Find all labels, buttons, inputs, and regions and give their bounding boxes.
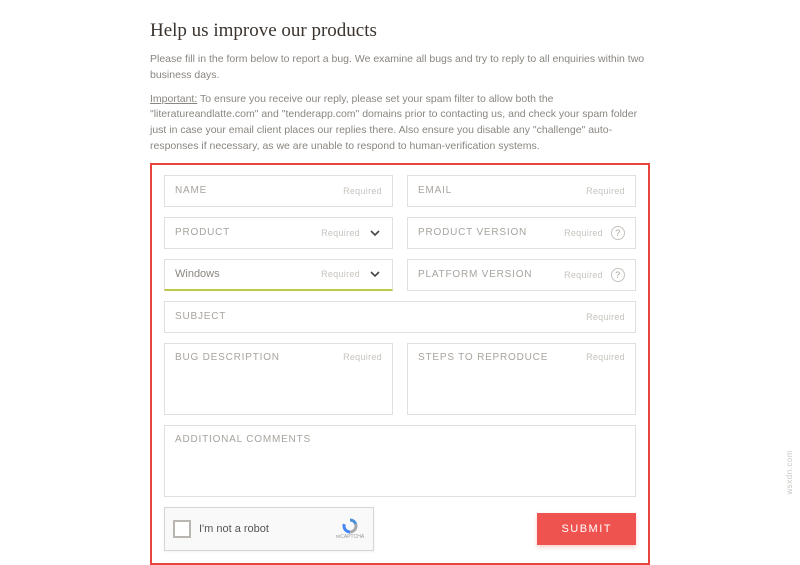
- required-badge: Required: [564, 270, 603, 280]
- subject-field[interactable]: SUBJECT Required: [164, 301, 636, 333]
- page-title: Help us improve our products: [150, 20, 650, 42]
- required-badge: Required: [343, 186, 382, 196]
- subject-label: SUBJECT: [175, 311, 580, 322]
- product-label: PRODUCT: [175, 227, 315, 238]
- watermark: wsxdn.com: [785, 450, 794, 495]
- email-label: EMAIL: [418, 185, 580, 196]
- product-version-label: PRODUCT VERSION: [418, 227, 558, 238]
- help-icon[interactable]: ?: [611, 226, 625, 240]
- chevron-down-icon: [368, 226, 382, 240]
- required-badge: Required: [586, 352, 625, 362]
- required-badge: Required: [586, 186, 625, 196]
- required-badge: Required: [343, 352, 382, 362]
- help-icon[interactable]: ?: [611, 268, 625, 282]
- important-body: To ensure you receive our reply, please …: [150, 93, 637, 152]
- product-version-field[interactable]: PRODUCT VERSION Required ?: [407, 217, 636, 249]
- product-select[interactable]: PRODUCT Required: [164, 217, 393, 249]
- chevron-down-icon: [368, 267, 382, 281]
- platform-version-label: PLATFORM VERSION: [418, 269, 558, 280]
- name-label: NAME: [175, 185, 337, 196]
- important-label: Important:: [150, 93, 197, 105]
- additional-comments-field[interactable]: ADDITIONAL COMMENTS: [164, 425, 636, 497]
- platform-value: Windows: [175, 268, 315, 280]
- required-badge: Required: [564, 228, 603, 238]
- required-badge: Required: [321, 228, 360, 238]
- recaptcha-checkbox[interactable]: [173, 520, 191, 538]
- recaptcha-logo: reCAPTCHA: [335, 517, 365, 541]
- name-field[interactable]: NAME Required: [164, 175, 393, 207]
- bug-report-form: NAME Required EMAIL Required PRODUCT Req…: [150, 163, 650, 565]
- required-badge: Required: [586, 312, 625, 322]
- additional-label: ADDITIONAL COMMENTS: [175, 434, 625, 445]
- bug-description-label: BUG DESCRIPTION: [175, 352, 337, 363]
- important-text: Important: To ensure you receive our rep…: [150, 92, 650, 155]
- steps-field[interactable]: STEPS TO REPRODUCE Required: [407, 343, 636, 415]
- email-field[interactable]: EMAIL Required: [407, 175, 636, 207]
- platform-version-field[interactable]: PLATFORM VERSION Required ?: [407, 259, 636, 291]
- bug-description-field[interactable]: BUG DESCRIPTION Required: [164, 343, 393, 415]
- platform-select[interactable]: Windows Required: [164, 259, 393, 291]
- recaptcha-widget[interactable]: I'm not a robot reCAPTCHA: [164, 507, 374, 551]
- required-badge: Required: [321, 269, 360, 279]
- intro-text: Please fill in the form below to report …: [150, 52, 650, 84]
- submit-button[interactable]: SUBMIT: [537, 513, 636, 545]
- steps-label: STEPS TO REPRODUCE: [418, 352, 580, 363]
- recaptcha-icon: [341, 517, 359, 535]
